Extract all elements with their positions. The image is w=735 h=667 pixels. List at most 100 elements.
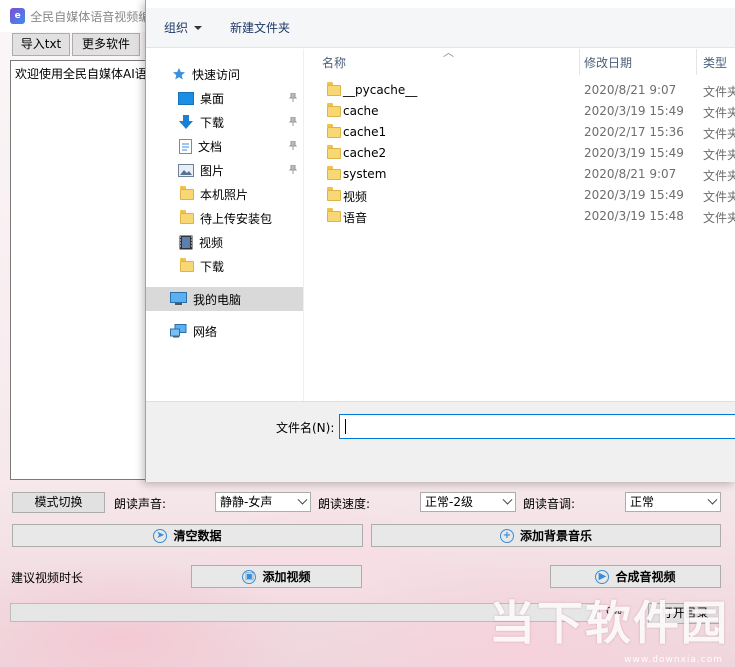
folder-icon — [327, 145, 341, 159]
nav-label: 待上传安装包 — [200, 211, 273, 226]
file-type: 文件夹 — [703, 106, 735, 120]
text-input-area[interactable]: 欢迎使用全民自媒体AI语 — [10, 60, 150, 480]
file-type: 文件夹 — [703, 85, 735, 99]
column-separator[interactable] — [696, 49, 697, 75]
voice-select[interactable]: 静静-女声 — [215, 492, 311, 512]
clear-data-button[interactable]: ➤ 清空数据 — [12, 524, 363, 547]
file-type: 文件夹 — [703, 211, 735, 225]
nav-label: 视频 — [199, 235, 224, 250]
file-row[interactable]: system 2020/8/21 9:07 文件夹 — [305, 164, 735, 185]
file-date: 2020/2/17 15:36 — [584, 125, 684, 139]
file-date: 2020/3/19 15:49 — [584, 146, 684, 160]
column-header-name[interactable]: 名称 — [322, 54, 346, 71]
chevron-down-icon — [297, 494, 308, 505]
mode-switch-button[interactable]: 模式切换 — [12, 492, 105, 513]
organize-label: 组织 — [164, 21, 189, 35]
star-icon — [173, 68, 185, 80]
play-circle-icon: ▶ — [595, 569, 610, 584]
nav-label: 图片 — [200, 163, 225, 178]
nav-desktop[interactable]: 桌面 — [146, 86, 303, 110]
add-video-label: 添加视频 — [262, 570, 311, 584]
file-date: 2020/8/21 9:07 — [584, 167, 677, 181]
file-row[interactable]: cache1 2020/2/17 15:36 文件夹 — [305, 122, 735, 143]
dialog-toolbar: 组织 新建文件夹 — [146, 8, 735, 48]
nav-label: 文档 — [198, 139, 223, 154]
download-arrow-icon — [179, 115, 193, 129]
file-type: 文件夹 — [703, 127, 735, 141]
nav-this-pc[interactable]: 我的电脑 — [146, 287, 303, 311]
file-name: cache1 — [343, 125, 387, 139]
address-bar-partial — [146, 0, 735, 8]
add-bgm-button[interactable]: + 添加背景音乐 — [371, 524, 721, 547]
nav-documents[interactable]: 文档 — [146, 134, 303, 158]
chevron-down-icon — [707, 494, 718, 505]
file-name: system — [343, 167, 387, 181]
folder-icon — [327, 103, 341, 117]
import-txt-button[interactable]: 导入txt — [12, 33, 70, 56]
synthesize-button[interactable]: ▶ 合成音视频 — [550, 565, 721, 588]
send-icon: ➤ — [153, 528, 168, 543]
column-separator[interactable] — [579, 49, 580, 75]
nav-quick-access[interactable]: 快速访问 — [146, 62, 303, 86]
folder-icon — [327, 124, 341, 138]
column-header-date[interactable]: 修改日期 — [584, 54, 632, 71]
app-title: 全民自媒体语音视频编 — [30, 9, 145, 24]
file-type: 文件夹 — [703, 148, 735, 162]
nav-pictures[interactable]: 图片 — [146, 158, 303, 182]
pitch-select[interactable]: 正常 — [625, 492, 721, 512]
nav-label: 网络 — [193, 324, 218, 339]
new-folder-button[interactable]: 新建文件夹 — [230, 19, 290, 36]
nav-videos[interactable]: 视频 — [146, 230, 303, 254]
pin-icon — [289, 165, 297, 174]
add-video-button[interactable]: ▣ 添加视频 — [191, 565, 362, 588]
text-caret — [345, 419, 346, 434]
file-row[interactable]: 语音 2020/3/19 15:48 文件夹 — [305, 206, 735, 227]
chevron-down-icon — [502, 494, 513, 505]
plus-circle-icon: + — [499, 528, 514, 543]
dialog-bottom-area: 文件名(N): — [146, 401, 735, 482]
organize-button[interactable]: 组织 — [164, 19, 203, 36]
add-bgm-label: 添加背景音乐 — [519, 529, 592, 543]
file-row[interactable]: cache 2020/3/19 15:49 文件夹 — [305, 101, 735, 122]
app-titlebar: e 全民自媒体语音视频编 — [0, 0, 145, 32]
file-date: 2020/3/19 15:48 — [584, 209, 684, 223]
file-row[interactable]: 视频 2020/3/19 15:49 文件夹 — [305, 185, 735, 206]
speed-select-value: 正常-2级 — [425, 495, 473, 509]
folder-icon — [327, 82, 341, 96]
more-software-button[interactable]: 更多软件 — [72, 33, 140, 56]
pin-icon — [289, 141, 297, 150]
file-open-dialog: 组织 新建文件夹 快速访问 桌面 下载 文档 图片 本机照片 待上传安装包 视频… — [145, 0, 735, 482]
navigation-pane: 快速访问 桌面 下载 文档 图片 本机照片 待上传安装包 视频 下载 我的电脑 … — [146, 49, 304, 401]
nav-pending-packages[interactable]: 待上传安装包 — [146, 206, 303, 230]
pitch-label: 朗读音调: — [523, 497, 576, 511]
folder-icon — [180, 257, 194, 272]
file-name: 视频 — [343, 190, 368, 204]
voice-label: 朗读声音: — [114, 497, 167, 511]
nav-label: 我的电脑 — [193, 292, 242, 307]
folder-icon — [327, 187, 341, 201]
file-name: 语音 — [343, 211, 368, 225]
desktop-icon — [178, 91, 194, 105]
file-date: 2020/8/21 9:07 — [584, 83, 677, 97]
synthesize-label: 合成音视频 — [615, 570, 676, 584]
chevron-down-icon — [194, 25, 203, 30]
file-row[interactable]: cache2 2020/3/19 15:49 文件夹 — [305, 143, 735, 164]
sort-ascending-icon: ︿ — [443, 46, 454, 59]
nav-network[interactable]: 网络 — [146, 319, 303, 343]
nav-label: 下载 — [200, 259, 225, 274]
file-type: 文件夹 — [703, 190, 735, 204]
nav-downloads[interactable]: 下载 — [146, 110, 303, 134]
file-name: __pycache__ — [343, 83, 418, 97]
film-icon — [179, 235, 193, 249]
watermark: 当下软件园 — [489, 596, 729, 650]
file-date: 2020/3/19 15:49 — [584, 188, 684, 202]
nav-label: 快速访问 — [192, 67, 241, 82]
nav-downloads-folder[interactable]: 下载 — [146, 254, 303, 278]
filename-input[interactable] — [339, 414, 735, 439]
file-date: 2020/3/19 15:49 — [584, 104, 684, 118]
file-row[interactable]: __pycache__ 2020/8/21 9:07 文件夹 — [305, 80, 735, 101]
nav-local-photos[interactable]: 本机照片 — [146, 182, 303, 206]
folder-icon — [327, 166, 341, 180]
speed-select[interactable]: 正常-2级 — [420, 492, 516, 512]
column-header-type[interactable]: 类型 — [703, 54, 727, 71]
